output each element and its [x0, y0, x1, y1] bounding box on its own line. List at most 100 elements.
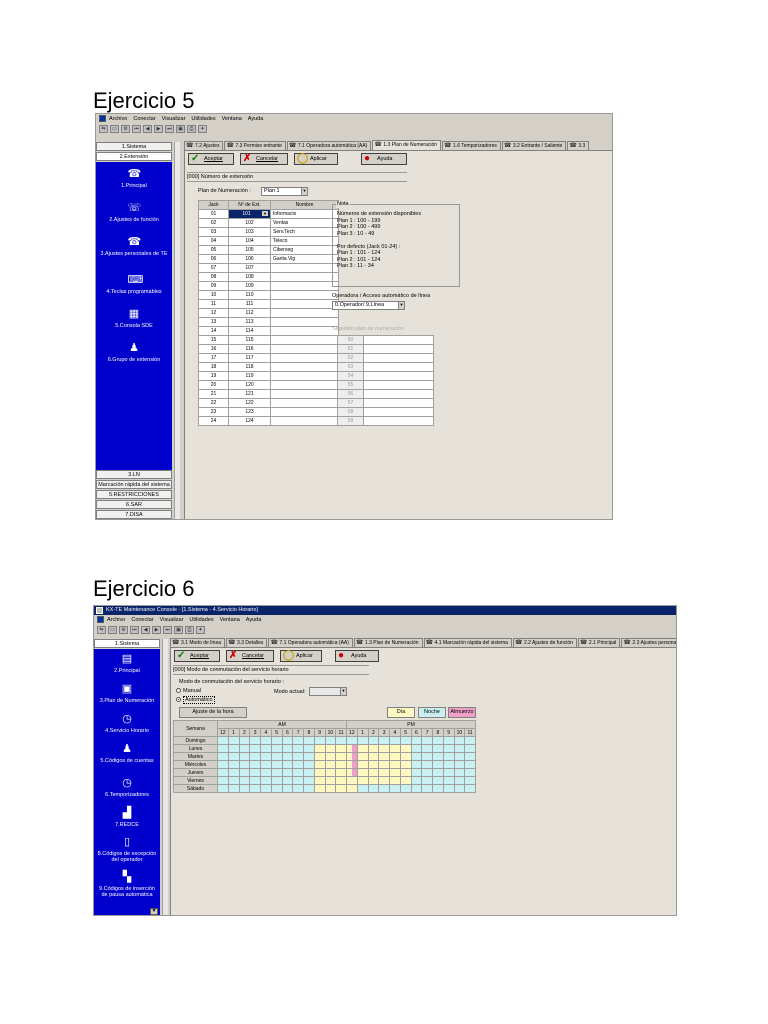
ext-cell[interactable]: 118 — [228, 362, 271, 372]
ext-cell[interactable]: 116 — [228, 344, 271, 354]
print-icon[interactable]: ⎙ — [185, 625, 194, 634]
sidebar-btn-restricciones[interactable]: 5.RESTRICCIONES — [96, 490, 172, 499]
prev-icon[interactable]: ◀ — [141, 625, 150, 634]
cancel-button[interactable]: ✗ Cancelar — [240, 153, 288, 165]
second-plan-cell[interactable] — [363, 380, 434, 390]
name-cell[interactable]: Ventas — [270, 218, 339, 228]
tab-4[interactable]: ☎ 1.6 Temporizadores — [442, 141, 501, 150]
ext-cell[interactable]: 106 — [228, 254, 271, 264]
name-cell[interactable] — [270, 263, 339, 273]
sidebar-item-plan-numeracion[interactable]: ▣ 3.Plan de Numeración — [94, 683, 160, 704]
schedule-cell[interactable] — [470, 784, 477, 793]
name-cell[interactable]: Serv.Tech — [270, 227, 339, 237]
menu-item-4[interactable]: Ventana — [222, 116, 242, 122]
table-row[interactable]: 09 109 — [198, 281, 339, 291]
table-row[interactable]: 54 — [337, 371, 434, 381]
tab-7[interactable]: ☎2.3 Ajustes personales de TE — [621, 638, 676, 647]
last-icon[interactable]: ⏭ — [163, 625, 172, 634]
table-row[interactable]: 23 123 — [198, 407, 339, 417]
name-cell[interactable] — [270, 344, 339, 354]
table-row[interactable]: 17 117 — [198, 353, 339, 363]
sidebar-item-principal[interactable]: ▤ 2.Principal — [94, 653, 160, 674]
table-row[interactable]: 03 103 Serv.Tech — [198, 227, 339, 237]
name-cell[interactable] — [270, 326, 339, 336]
sidebar-btn-sar[interactable]: 6.SAR — [96, 500, 172, 509]
settings-icon[interactable]: ⚙ — [121, 124, 130, 133]
table-row[interactable]: 55 — [337, 380, 434, 390]
table-row[interactable]: 07 107 — [198, 263, 339, 273]
name-cell[interactable] — [270, 317, 339, 327]
table-row[interactable]: 01 101 ▼ Informacio — [198, 209, 339, 219]
tab-1[interactable]: ☎ 7.3 Permiso entrante — [224, 141, 286, 150]
sidebar-btn-extension[interactable]: 2.Extensión — [96, 152, 172, 161]
schedule-cell[interactable] — [470, 736, 477, 745]
first-icon[interactable]: ⏮ — [132, 124, 141, 133]
radio-manual[interactable]: Manual — [176, 688, 201, 694]
sidebar-item-redce[interactable]: ▟ 7.REDCE — [94, 807, 160, 828]
table-row[interactable]: 20 120 — [198, 380, 339, 390]
second-plan-cell[interactable] — [363, 335, 434, 345]
apply-button[interactable]: ◯ Aplicar — [280, 650, 322, 662]
ext-cell[interactable]: 112 — [228, 308, 271, 318]
name-cell[interactable] — [270, 362, 339, 372]
menu-item-0[interactable]: Archivo — [107, 617, 125, 623]
sidebar-btn-ln[interactable]: 3.LN — [96, 470, 172, 479]
menu-item-5[interactable]: Ayuda — [246, 617, 262, 623]
tab-2[interactable]: ☎ 7.1 Operadora automática (AA) — [268, 638, 353, 647]
second-plan-cell[interactable] — [363, 353, 434, 363]
apply-button[interactable]: ◯ Aplicar — [294, 153, 338, 165]
sidebar-item-servicio-horario[interactable]: ◷ 4.Servicio Horario — [94, 713, 160, 734]
prev-icon[interactable]: ◀ — [143, 124, 152, 133]
open-icon[interactable]: ▭ — [110, 124, 119, 133]
menu-item-3[interactable]: Utilidades — [189, 617, 213, 623]
menu-item-0[interactable]: Archivo — [109, 116, 127, 122]
sidebar-item-grupo[interactable]: ♟ 6.Grupo de extensión — [96, 342, 172, 363]
open-icon[interactable]: ▭ — [108, 625, 117, 634]
accept-button[interactable]: ✓ Aceptar — [188, 153, 234, 165]
table-row[interactable]: 10 110 — [198, 290, 339, 300]
table-row[interactable]: 12 112 — [198, 308, 339, 318]
ext-cell[interactable]: 109 — [228, 281, 271, 291]
ext-cell[interactable]: 117 — [228, 353, 271, 363]
sidebar-item-ajustes-personales[interactable]: ☎ 3.Ajustes personales de TE — [96, 236, 172, 257]
second-plan-cell[interactable] — [363, 407, 434, 417]
ext-cell[interactable]: 121 — [228, 389, 271, 399]
table-row[interactable]: 56 — [337, 389, 434, 399]
ext-cell[interactable]: 123 — [228, 407, 271, 417]
settings-icon[interactable]: ⚙ — [119, 625, 128, 634]
name-cell[interactable] — [270, 335, 339, 345]
table-row[interactable]: 51 — [337, 344, 434, 354]
table-row[interactable]: 22 122 — [198, 398, 339, 408]
second-plan-cell[interactable] — [363, 371, 434, 381]
menu-item-2[interactable]: Visualizar — [160, 617, 184, 623]
table-row[interactable]: 58 — [337, 407, 434, 417]
table-row[interactable]: 15 115 — [198, 335, 339, 345]
lunch-button[interactable]: Almuerzo — [448, 707, 476, 718]
sidebar-item-principal[interactable]: ☎ 1.Principal — [96, 168, 172, 189]
schedule-cell[interactable] — [470, 744, 477, 753]
name-cell[interactable]: Informacio — [270, 209, 339, 219]
tab-6[interactable]: ☎ 2.1 Principal — [577, 638, 621, 647]
night-button[interactable]: Noche — [418, 707, 446, 718]
save-icon[interactable]: ▣ — [176, 124, 185, 133]
sidebar-item-codigos-pausa[interactable]: ▚ 9.Códigos de inserción de pausa automát… — [94, 871, 160, 898]
table-row[interactable]: 14 114 — [198, 326, 339, 336]
table-row[interactable]: 08 108 — [198, 272, 339, 282]
table-row[interactable]: 16 116 — [198, 344, 339, 354]
connect-icon[interactable]: ⇆ — [99, 124, 108, 133]
table-row[interactable]: 53 — [337, 362, 434, 372]
table-row[interactable]: 50 — [337, 335, 434, 345]
accept-button[interactable]: ✓ Aceptar — [174, 650, 220, 662]
table-row[interactable]: 52 — [337, 353, 434, 363]
table-row[interactable]: 05 105 Ciberseg — [198, 245, 339, 255]
help-button[interactable]: ● Ayuda — [361, 153, 407, 165]
name-cell[interactable] — [270, 272, 339, 282]
plan-select[interactable]: Plan 1 ▼ — [261, 187, 308, 196]
ext-cell[interactable]: 115 — [228, 335, 271, 345]
second-plan-cell[interactable] — [363, 389, 434, 399]
ext-cell[interactable]: 124 — [228, 416, 271, 426]
schedule-cell[interactable] — [470, 760, 477, 769]
ext-cell[interactable]: 103 — [228, 227, 271, 237]
name-cell[interactable] — [270, 299, 339, 309]
tab-0[interactable]: ☎ 3.1 Modo de línea — [170, 638, 226, 647]
